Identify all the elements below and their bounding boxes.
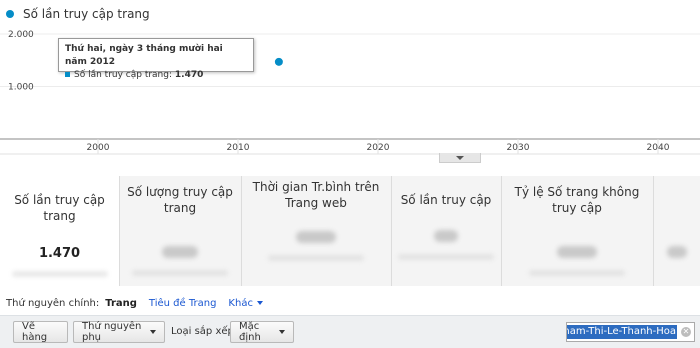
tooltip-row: Số lần truy cập trang: 1.470 (65, 69, 247, 82)
scorecard-truncated (653, 176, 700, 286)
chart-tooltip: Thứ hai, ngày 3 tháng mười hai năm 2012 … (58, 38, 254, 80)
x-tick-label: 2020 (367, 143, 390, 153)
scorecard-sublabel (11, 271, 108, 277)
scorecard-value (162, 246, 198, 258)
divider (119, 176, 120, 286)
scorecard-label: Số lần truy cập trang (14, 193, 105, 223)
scorecard-value: 1.470 (38, 246, 81, 261)
chevron-down-icon (256, 300, 263, 305)
plot-rows-button[interactable]: Vẽ hàng (13, 321, 68, 343)
secondary-dimension-dropdown[interactable]: Thứ nguyên phụ (73, 321, 165, 343)
y-tick-label: 1.000 (8, 83, 34, 93)
scorecard-value (296, 231, 336, 243)
scorecard-sublabel (398, 254, 494, 260)
x-tick-label: 2000 (87, 143, 110, 153)
scorecard-value (666, 246, 687, 258)
dimension-option-page[interactable]: Trang (105, 298, 137, 309)
scorecard-sublabel (529, 270, 625, 276)
table-search-input[interactable]: Pham-Thi-Le-Thanh-Hoa ✕ (566, 322, 695, 342)
scorecard-avg-time[interactable]: Thời gian Tr.bình trên Trang web (241, 176, 391, 286)
secondary-dimension-label: Thứ nguyên phụ (82, 321, 142, 343)
series-square-icon (65, 72, 70, 77)
scorecard-visits[interactable]: Số lần truy cập (391, 176, 501, 286)
tooltip-value: 1.470 (174, 70, 204, 80)
scorecard-unique-pageviews[interactable]: Số lượng truy cập trang (119, 176, 241, 286)
scorecard-sublabel (132, 270, 228, 276)
scorecard-bounce-rate[interactable]: Tỷ lệ Số trang không truy cập (501, 176, 653, 286)
dimension-other-label: Khác (228, 297, 253, 309)
divider (653, 176, 654, 286)
data-point (274, 57, 283, 66)
chevron-down-icon (150, 330, 156, 334)
primary-dimension-label: Thứ nguyên chính: (6, 297, 100, 309)
divider (241, 176, 242, 286)
dimension-option-other[interactable]: Khác (228, 298, 263, 309)
sort-type-label: Loại sắp xếp: (171, 326, 238, 337)
metric-scorecards: Số lần truy cập trang 1.470 Số lượng tru… (0, 176, 700, 286)
sort-type-value: Mặc định (239, 321, 261, 343)
x-tick-label: 2040 (647, 143, 670, 153)
clear-icon[interactable]: ✕ (681, 327, 691, 337)
tooltip-metric: Số lần truy cập trang: (74, 70, 173, 80)
scorecard-value (557, 246, 597, 258)
chevron-down-icon (279, 330, 285, 334)
divider (501, 176, 502, 286)
y-tick-label: 2.000 (8, 30, 34, 40)
scorecard-value (434, 230, 458, 242)
primary-dimension-bar: Thứ nguyên chính: Trang Tiêu đề Trang Kh… (6, 296, 263, 310)
search-input-value[interactable]: Pham-Thi-Le-Thanh-Hoa (567, 325, 677, 339)
scorecard-sublabel (268, 255, 364, 261)
dimension-option-page-title[interactable]: Tiêu đề Trang (149, 298, 217, 309)
table-toolbar: Vẽ hàng Thứ nguyên phụ Loại sắp xếp: Mặc… (0, 315, 700, 348)
tooltip-date: Thứ hai, ngày 3 tháng mười hai năm 2012 (65, 44, 223, 67)
scorecard-label: Số lần truy cập (400, 193, 492, 207)
sort-type-dropdown[interactable]: Mặc định (230, 321, 294, 343)
scorecard-label: Thời gian Tr.bình trên Trang web (252, 180, 380, 210)
plot-rows-label: Vẽ hàng (22, 321, 48, 343)
chevron-down-icon (456, 155, 464, 160)
x-tick-label: 2030 (507, 143, 530, 153)
x-tick-label: 2010 (227, 143, 250, 153)
scorecard-pageviews[interactable]: Số lần truy cập trang 1.470 (0, 176, 119, 286)
scorecard-label: Số lượng truy cập trang (127, 185, 233, 215)
divider (391, 176, 392, 286)
chart-collapse-handle[interactable] (439, 153, 481, 163)
scorecard-label: Tỷ lệ Số trang không truy cập (514, 185, 640, 215)
